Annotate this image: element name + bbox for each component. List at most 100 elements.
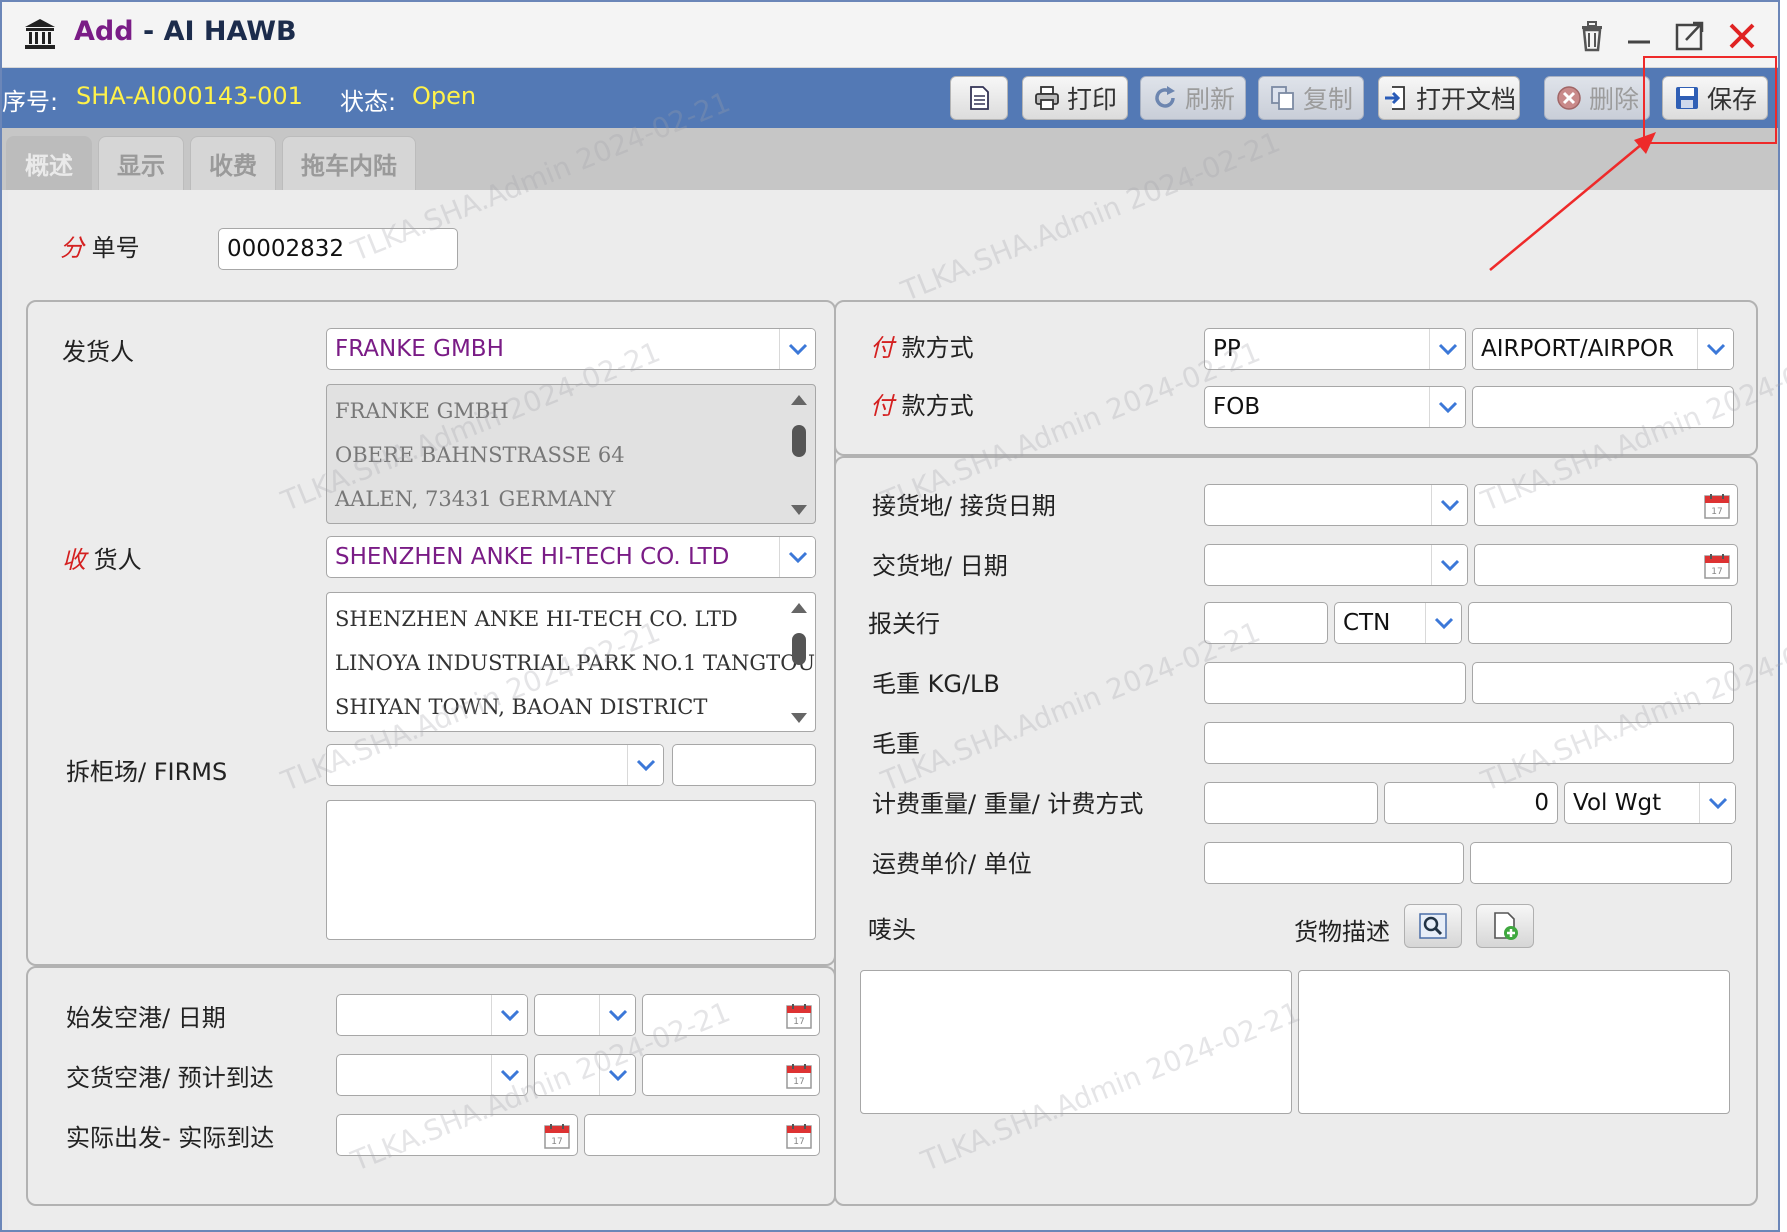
tab-display[interactable]: 显示 (98, 136, 184, 190)
chevron-down-icon[interactable] (491, 1055, 527, 1095)
open-document-label: 打开文档 (1415, 85, 1516, 114)
trash-icon[interactable] (1574, 18, 1610, 54)
consignee-address-line-2: LINOYA INDUSTRIAL PARK NO.1 TANGTOU (335, 651, 816, 675)
chevron-down-icon[interactable] (1429, 329, 1465, 369)
freight-rate-input[interactable] (1204, 842, 1464, 884)
printer-icon (1035, 86, 1059, 110)
calendar-icon[interactable]: 17 (1703, 492, 1731, 520)
print-button[interactable]: 打印 (1022, 76, 1128, 120)
firms-address[interactable] (326, 800, 816, 940)
chevron-down-icon[interactable] (1429, 387, 1465, 427)
copy-button[interactable]: 复制 (1258, 76, 1364, 120)
receipt-place-select[interactable] (1204, 484, 1468, 526)
departure-flight-select[interactable] (534, 994, 636, 1036)
consignee-value: SHENZHEN ANKE HI-TECH CO. LTD (335, 544, 730, 570)
consignee-select[interactable]: SHENZHEN ANKE HI-TECH CO. LTD (326, 536, 816, 578)
search-description-button[interactable] (1404, 904, 1462, 948)
calendar-icon[interactable]: 17 (543, 1122, 571, 1150)
tab-charges[interactable]: 收费 (190, 136, 276, 190)
destination-flight-select[interactable] (534, 1054, 636, 1096)
shipper-address[interactable]: FRANKE GMBH OBERE BAHNSTRASSE 64 AALEN, 73… (326, 384, 816, 524)
add-description-button[interactable] (1476, 904, 1534, 948)
minimize-icon[interactable] (1622, 18, 1658, 54)
firms-code-input[interactable] (672, 744, 816, 786)
shipper-address-line-3: AALEN, 73431 GERMANY (335, 487, 616, 511)
chevron-down-icon[interactable] (1431, 485, 1467, 525)
calendar-icon[interactable]: 17 (785, 1062, 813, 1090)
chevron-down-icon[interactable] (627, 745, 663, 785)
gross-weight-kg-input[interactable] (1204, 662, 1466, 704)
scrollbar[interactable] (789, 601, 809, 725)
eta-date-input[interactable]: 17 (642, 1054, 820, 1096)
departure-airport-select[interactable] (336, 994, 528, 1036)
receipt-date-input[interactable]: 17 (1474, 484, 1738, 526)
close-icon[interactable] (1724, 18, 1760, 54)
toolbar: 序号: SHA-AI000143-001 状态: Open 打印 刷新 复制 打… (2, 68, 1778, 128)
customs-broker-input[interactable] (1468, 602, 1732, 644)
goods-description-label: 货物描述 (1294, 918, 1390, 946)
consignee-address-line-1: SHENZHEN ANKE HI-TECH CO. LTD (335, 607, 738, 631)
chevron-down-icon[interactable] (1699, 783, 1735, 823)
shipper-select[interactable]: FRANKE GMBH (326, 328, 816, 370)
pieces-input[interactable] (1204, 602, 1328, 644)
chargeable-weight-input[interactable] (1204, 782, 1378, 824)
svg-text:17: 17 (551, 1137, 562, 1147)
title-mode: Add (74, 16, 134, 47)
chevron-down-icon[interactable] (1425, 603, 1461, 643)
refresh-button[interactable]: 刷新 (1140, 76, 1246, 120)
payment-type-select[interactable]: PP (1204, 328, 1466, 370)
actual-departure-date-input[interactable]: 17 (336, 1114, 578, 1156)
payment-terms-select[interactable]: AIRPORT/AIRPOR (1472, 328, 1734, 370)
incoterm-select[interactable]: FOB (1204, 386, 1466, 428)
departure-date-input[interactable]: 17 (642, 994, 820, 1036)
freight-rate-label: 运费单价/ 单位 (872, 850, 1032, 878)
chevron-down-icon[interactable] (779, 537, 815, 577)
destination-airport-select[interactable] (336, 1054, 528, 1096)
marks-textarea[interactable] (860, 970, 1292, 1114)
status-value: Open (412, 82, 477, 110)
open-document-icon (1384, 86, 1405, 110)
delivery-date-input[interactable]: 17 (1474, 544, 1738, 586)
svg-text:17: 17 (793, 1137, 804, 1147)
document-button[interactable] (950, 76, 1008, 120)
shipper-address-line-1: FRANKE GMBH (335, 399, 509, 423)
consignee-address-line-3: SHIYAN TOWN, BAOAN DISTRICT (335, 695, 708, 719)
consignee-label: 收 货人 (62, 546, 142, 574)
hawb-number-input[interactable]: 00002832 (218, 228, 458, 270)
tab-overview[interactable]: 概述 (6, 136, 92, 190)
status-label: 状态: (340, 88, 397, 116)
shipper-value: FRANKE GMBH (335, 336, 504, 362)
delete-button[interactable]: 删除 (1544, 76, 1650, 120)
weight-input[interactable]: 0 (1384, 782, 1558, 824)
chevron-down-icon[interactable] (1431, 545, 1467, 585)
delivery-place-label: 交货地/ 日期 (872, 552, 1008, 580)
gross-weight-input[interactable] (1204, 722, 1734, 764)
consignee-address[interactable]: SHENZHEN ANKE HI-TECH CO. LTD LINOYA INDU… (326, 592, 816, 732)
delivery-place-select[interactable] (1204, 544, 1468, 586)
open-document-button[interactable]: 打开文档 (1378, 76, 1520, 120)
scrollbar[interactable] (789, 393, 809, 517)
print-label: 打印 (1066, 85, 1117, 114)
svg-text:17: 17 (1711, 567, 1722, 577)
incoterm-place-input[interactable] (1472, 386, 1734, 428)
freight-unit-input[interactable] (1470, 842, 1732, 884)
goods-description-textarea[interactable] (1298, 970, 1730, 1114)
maximize-icon[interactable] (1672, 18, 1708, 54)
firms-select[interactable] (326, 744, 664, 786)
gross-weight-lb-input[interactable] (1472, 662, 1734, 704)
charge-method-value: Vol Wgt (1573, 790, 1662, 816)
incoterm-value: FOB (1213, 394, 1261, 420)
chevron-down-icon[interactable] (599, 995, 635, 1035)
charge-method-select[interactable]: Vol Wgt (1564, 782, 1736, 824)
calendar-icon[interactable]: 17 (785, 1002, 813, 1030)
payment-method-2-label: 付 款方式 (870, 392, 974, 420)
actual-arrival-date-input[interactable]: 17 (584, 1114, 820, 1156)
calendar-icon[interactable]: 17 (785, 1122, 813, 1150)
package-unit-select[interactable]: CTN (1334, 602, 1462, 644)
chevron-down-icon[interactable] (491, 995, 527, 1035)
chevron-down-icon[interactable] (1697, 329, 1733, 369)
chevron-down-icon[interactable] (779, 329, 815, 369)
chevron-down-icon[interactable] (599, 1055, 635, 1095)
tab-trucking[interactable]: 拖车内陆 (282, 136, 416, 190)
calendar-icon[interactable]: 17 (1703, 552, 1731, 580)
